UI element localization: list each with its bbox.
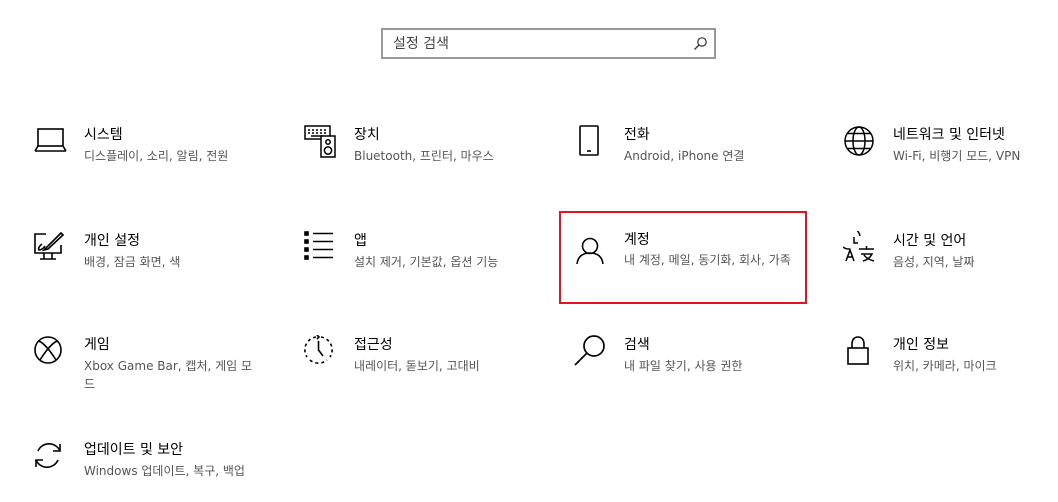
- phone-icon: [574, 125, 608, 159]
- tile-devices[interactable]: 장치 Bluetooth, 프린터, 마우스: [304, 125, 549, 205]
- tile-description: 내레이터, 돋보기, 고대비: [354, 359, 480, 373]
- tile-title: 업데이트 및 보안: [84, 442, 184, 458]
- xbox-icon: [34, 335, 68, 369]
- tile-title: 앱: [354, 233, 367, 249]
- search-box[interactable]: [381, 28, 716, 59]
- tile-description: Bluetooth, 프린터, 마우스: [354, 149, 494, 163]
- paint-screen-icon: [34, 231, 68, 265]
- tile-network[interactable]: 네트워크 및 인터넷 Wi-Fi, 비행기 모드, VPN: [843, 125, 1058, 205]
- sync-icon: [34, 440, 68, 474]
- laptop-icon: [34, 125, 68, 159]
- tile-description: 설치 제거, 기본값, 옵션 기능: [354, 255, 499, 269]
- tile-title: 개인 정보: [893, 337, 949, 353]
- tile-title: 검색: [624, 337, 650, 353]
- tile-title: 계정: [624, 232, 650, 248]
- person-icon: [576, 237, 610, 271]
- tile-description: Wi-Fi, 비행기 모드, VPN: [893, 149, 1021, 163]
- tile-description: 내 계정, 메일, 동기화, 회사, 가족: [624, 253, 791, 267]
- tile-system[interactable]: 시스템 디스플레이, 소리, 알림, 전원: [34, 125, 279, 205]
- magnifier-icon: [574, 335, 608, 369]
- lock-icon: [843, 335, 877, 369]
- app-list-icon: [304, 231, 338, 265]
- tile-description: 배경, 잠금 화면, 색: [84, 255, 181, 269]
- tile-update-security[interactable]: 업데이트 및 보안 Windows 업데이트, 복구, 백업: [34, 440, 279, 502]
- tile-privacy[interactable]: 개인 정보 위치, 카메라, 마이크: [843, 335, 1058, 415]
- ease-of-access-icon: [304, 335, 338, 369]
- tile-time-language[interactable]: 시간 및 언어 음성, 지역, 날짜: [843, 231, 1058, 311]
- tile-phone[interactable]: 전화 Android, iPhone 연결: [574, 125, 819, 205]
- search-icon[interactable]: [693, 36, 708, 51]
- tile-apps[interactable]: 앱 설치 제거, 기본값, 옵션 기능: [304, 231, 549, 311]
- tile-title: 접근성: [354, 337, 393, 353]
- language-icon: [843, 231, 877, 265]
- tile-description: 내 파일 찾기, 사용 권한: [624, 359, 743, 373]
- tile-title: 시간 및 언어: [893, 233, 967, 249]
- tile-search[interactable]: 검색 내 파일 찾기, 사용 권한: [574, 335, 819, 415]
- tile-description: Android, iPhone 연결: [624, 149, 745, 163]
- tile-title: 시스템: [84, 127, 123, 143]
- search-input[interactable]: [383, 30, 693, 57]
- tile-title: 전화: [624, 127, 650, 143]
- tile-description: Xbox Game Bar, 캡처, 게임 모드: [84, 359, 253, 391]
- tile-personalization[interactable]: 개인 설정 배경, 잠금 화면, 색: [34, 231, 279, 311]
- keyboard-speaker-icon: [304, 125, 338, 159]
- tile-title: 장치: [354, 127, 380, 143]
- tile-title: 게임: [84, 337, 110, 353]
- tile-description: 음성, 지역, 날짜: [893, 255, 975, 269]
- tile-accounts[interactable]: 계정 내 계정, 메일, 동기화, 회사, 가족: [559, 211, 824, 330]
- tile-description: 디스플레이, 소리, 알림, 전원: [84, 149, 229, 163]
- globe-icon: [843, 125, 877, 159]
- tile-title: 네트워크 및 인터넷: [893, 127, 1005, 143]
- tile-description: 위치, 카메라, 마이크: [893, 359, 997, 373]
- tile-gaming[interactable]: 게임 Xbox Game Bar, 캡처, 게임 모드: [34, 335, 279, 415]
- tile-description: Windows 업데이트, 복구, 백업: [84, 464, 245, 478]
- tile-ease-of-access[interactable]: 접근성 내레이터, 돋보기, 고대비: [304, 335, 549, 415]
- settings-home: 시스템 디스플레이, 소리, 알림, 전원 장치 Bluetooth, 프린터,…: [0, 0, 1058, 502]
- tile-title: 개인 설정: [84, 233, 140, 249]
